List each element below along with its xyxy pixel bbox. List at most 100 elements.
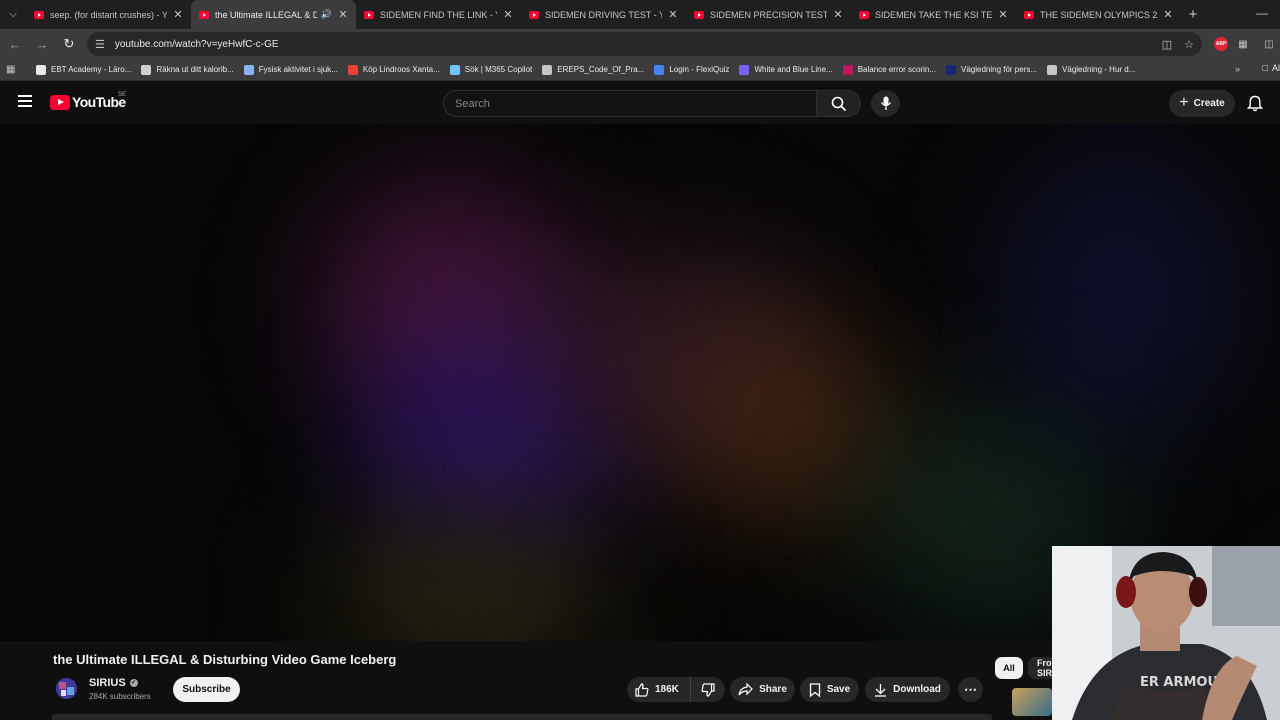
more-actions-button[interactable]: ⋯	[958, 677, 983, 702]
bookmark-favicon-icon	[739, 64, 750, 75]
bookmark-item[interactable]: Fysisk aktivitet i sjuk...	[243, 64, 338, 75]
channel-name-text[interactable]: SIRIUS	[89, 677, 126, 689]
bookmark-item[interactable]: EBT Academy - Läro...	[36, 64, 131, 75]
browser-tab[interactable]: THE SIDEMEN OLYMPICS 2025 ✕	[1016, 0, 1181, 29]
bookmark-list: EBT Academy - Läro... Räkna ut ditt kalor…	[36, 64, 1145, 75]
folder-icon: □	[1262, 63, 1268, 73]
bookmark-favicon-icon	[347, 64, 358, 75]
site-info-icon[interactable]: ☰	[95, 38, 105, 51]
share-label: Share	[759, 684, 787, 695]
share-button[interactable]: Share	[730, 677, 795, 702]
dislike-button[interactable]	[691, 682, 725, 697]
bookmark-label: Sök | M365 Copilot	[464, 65, 533, 74]
youtube-play-icon	[50, 94, 70, 110]
youtube-favicon-icon	[364, 10, 374, 19]
youtube-favicon-icon	[529, 10, 539, 19]
browser-tab[interactable]: SIDEMEN PRECISION TEST - YouTube ✕	[686, 0, 851, 29]
bookmark-label: White and Blue Line...	[754, 65, 833, 74]
browser-tab[interactable]: SIDEMEN DRIVING TEST - YouTube ✕	[521, 0, 686, 29]
search-bar: Search	[443, 90, 861, 117]
tab-search-button[interactable]: ⌵	[0, 0, 26, 29]
tab-title: SIDEMEN TAKE THE KSI TEST - YouTube	[875, 9, 992, 20]
youtube-favicon-icon	[859, 10, 869, 19]
close-tab-icon[interactable]: ✕	[831, 8, 845, 21]
back-button[interactable]: ←	[3, 32, 27, 56]
video-title: the Ultimate ILLEGAL & Disturbing Video …	[53, 652, 397, 667]
browser-tab[interactable]: seep. (for distant crushes) - YouTube ✕	[26, 0, 191, 29]
tab-title: SIDEMEN FIND THE LINK - YouTube	[380, 9, 497, 20]
close-tab-icon[interactable]: ✕	[666, 8, 680, 21]
youtube-favicon-icon	[694, 10, 704, 19]
create-label: Create	[1193, 98, 1225, 109]
download-button[interactable]: Download	[865, 677, 950, 702]
youtube-favicon-icon	[34, 10, 44, 19]
channel-avatar[interactable]	[56, 678, 77, 699]
bookmark-item[interactable]: White and Blue Line...	[739, 64, 833, 75]
bookmark-favicon-icon	[141, 64, 152, 75]
youtube-favicon-icon	[199, 10, 209, 19]
voice-search-button[interactable]	[871, 90, 900, 117]
bookmark-label: EREPS_Code_Of_Pra...	[557, 65, 645, 74]
recommended-video-thumbnail[interactable]	[1012, 688, 1052, 716]
address-bar[interactable]: ☰ youtube.com/watch?v=yeHwfC-c-GE ◫ ☆	[87, 32, 1202, 56]
browser-tab[interactable]: SIDEMEN TAKE THE KSI TEST - YouTube ✕	[851, 0, 1016, 29]
like-dislike-group: 186K	[627, 677, 725, 702]
bookmark-item[interactable]: Köp Lindroos Xanta...	[347, 64, 440, 75]
bookmark-item[interactable]: EREPS_Code_Of_Pra...	[542, 64, 645, 75]
side-panel-icon[interactable]: ◫	[1258, 39, 1280, 50]
bookmark-item[interactable]: Balance error scorin...	[842, 64, 936, 75]
description-box-edge	[52, 714, 992, 720]
bookmark-label: Fysisk aktivitet i sjuk...	[258, 65, 338, 74]
bookmark-favicon-icon	[449, 64, 460, 75]
speaker-icon[interactable]: 🔊	[321, 9, 332, 20]
save-button[interactable]: Save	[800, 677, 859, 702]
url-text[interactable]: youtube.com/watch?v=yeHwfC-c-GE	[115, 39, 1150, 50]
bookmark-star-icon[interactable]: ☆	[1184, 38, 1194, 51]
bookmark-favicon-icon	[654, 64, 665, 75]
close-tab-icon[interactable]: ✕	[996, 8, 1010, 21]
tab-title: SIDEMEN DRIVING TEST - YouTube	[545, 9, 662, 20]
all-bookmarks-button[interactable]: □ Al	[1263, 63, 1280, 73]
bookmarks-overflow-icon[interactable]: »	[1235, 64, 1240, 74]
bookmark-item[interactable]: Räkna ut ditt kalorib...	[141, 64, 234, 75]
new-tab-button[interactable]: +	[1181, 6, 1205, 23]
subscribe-button[interactable]: Subscribe	[173, 677, 240, 702]
channel-name[interactable]: SIRIUS ✓	[89, 677, 138, 689]
close-tab-icon[interactable]: ✕	[1161, 8, 1175, 21]
chip-all[interactable]: All	[995, 657, 1023, 679]
country-code: SE	[118, 92, 127, 98]
reload-button[interactable]: ↻	[57, 32, 81, 56]
bookmark-item[interactable]: Login - FlexiQuiz	[654, 64, 730, 75]
bookmark-item[interactable]: Vägledning - Hur d...	[1047, 64, 1136, 75]
menu-icon[interactable]	[18, 95, 32, 110]
bookmark-label: Vägledning - Hur d...	[1062, 65, 1136, 74]
install-app-icon[interactable]: ◫	[1162, 38, 1172, 51]
share-icon	[738, 683, 753, 696]
search-input[interactable]: Search	[443, 90, 817, 117]
adblock-extension-icon[interactable]: ABP	[1214, 37, 1228, 51]
video-frame-glow	[1000, 144, 1240, 444]
notifications-button[interactable]	[1246, 95, 1264, 117]
close-tab-icon[interactable]: ✕	[171, 8, 185, 21]
tab-title: THE SIDEMEN OLYMPICS 2025	[1040, 9, 1157, 20]
extensions-puzzle-icon[interactable]: ▦	[1232, 39, 1254, 50]
forward-button[interactable]: →	[30, 32, 54, 56]
bookmark-label: Login - FlexiQuiz	[669, 65, 730, 74]
bookmark-item[interactable]: Vägledning för pers...	[945, 64, 1038, 75]
apps-grid-icon[interactable]: ▦	[6, 64, 22, 75]
like-button[interactable]: 186K	[627, 677, 691, 702]
bookmark-item[interactable]: Sök | M365 Copilot	[449, 64, 533, 75]
tab-list: seep. (for distant crushes) - YouTube ✕ th…	[26, 0, 1181, 29]
close-tab-icon[interactable]: ✕	[501, 8, 515, 21]
browser-tab-strip: ⌵ seep. (for distant crushes) - YouTube ✕…	[0, 0, 1280, 29]
bookmark-label: Vägledning för pers...	[960, 65, 1038, 74]
bookmark-label: Balance error scorin...	[857, 65, 936, 74]
close-tab-icon[interactable]: ✕	[336, 8, 350, 21]
minimize-icon[interactable]: —	[1256, 6, 1268, 20]
browser-tab[interactable]: SIDEMEN FIND THE LINK - YouTube ✕	[356, 0, 521, 29]
download-icon	[875, 683, 887, 697]
search-button[interactable]	[817, 90, 861, 117]
youtube-logo[interactable]: YouTube SE	[50, 92, 127, 110]
create-button[interactable]: + Create	[1169, 90, 1235, 117]
browser-tab[interactable]: the Ultimate ILLEGAL & Disturbing Video …	[191, 0, 356, 29]
